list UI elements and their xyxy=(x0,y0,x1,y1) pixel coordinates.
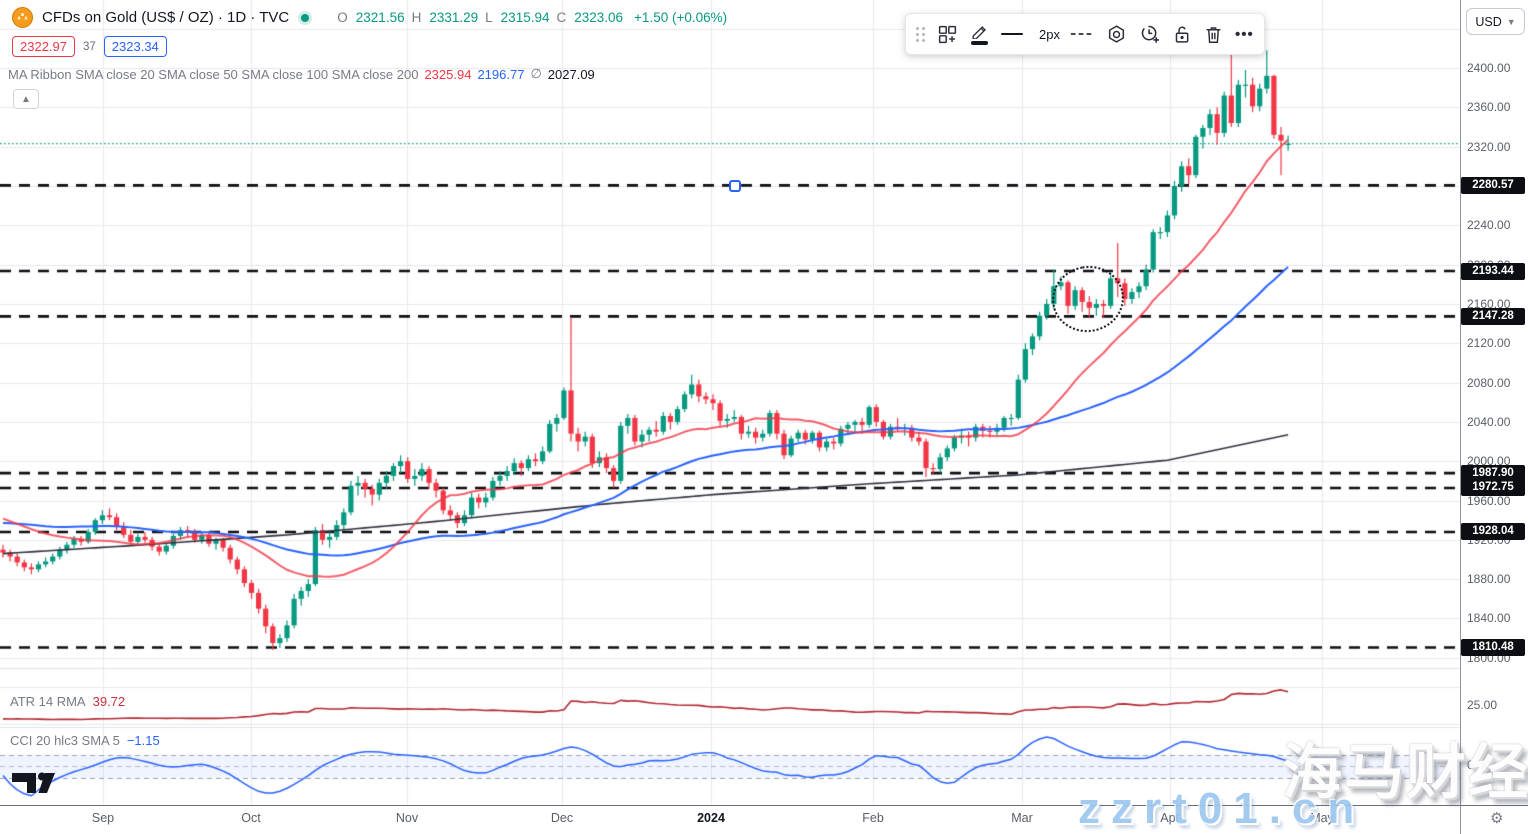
sma200-value: 2027.09 xyxy=(548,67,595,82)
time-tick-label: Sep xyxy=(92,811,114,825)
atr-label: ATR 14 RMA xyxy=(10,694,86,709)
sell-button[interactable]: 2322.97 xyxy=(12,36,75,57)
template-button[interactable] xyxy=(935,18,960,50)
drawing-toolbar: 2px ••• xyxy=(905,13,1265,55)
level-price-badge: 1928.04 xyxy=(1461,523,1525,540)
level-price-badge: 2280.57 xyxy=(1461,177,1525,194)
url-watermark: zzrt01.cn xyxy=(1078,784,1365,834)
alarm-clock-plus-icon xyxy=(1139,23,1161,45)
sma100-hidden-value: ∅ xyxy=(530,66,541,82)
spread-value: 37 xyxy=(83,41,96,53)
settings-button[interactable] xyxy=(1104,18,1129,50)
gold-instrument-icon xyxy=(12,7,33,28)
cci-value: −1.15 xyxy=(127,733,160,748)
price-tick-label: 1880.00 xyxy=(1467,572,1510,586)
sma20-value: 2325.94 xyxy=(424,67,471,82)
quote-panel: 2322.97 37 2323.34 xyxy=(12,36,167,57)
time-tick-label: Nov xyxy=(396,811,418,825)
line-width-icon xyxy=(1001,33,1023,35)
symbol-title[interactable]: CFDs on Gold (US$ / OZ) · 1D · TVC xyxy=(42,9,289,26)
tradingview-chart-window: CFDs on Gold (US$ / OZ) · 1D · TVC O2321… xyxy=(0,0,1528,834)
add-alert-button[interactable] xyxy=(1137,18,1163,50)
ellipsis-icon: ••• xyxy=(1235,26,1254,43)
price-tick-label: 2320.00 xyxy=(1467,140,1510,154)
line-style-button[interactable] xyxy=(1068,18,1096,50)
hexagon-settings-icon xyxy=(1106,24,1127,45)
cci-pane-legend[interactable]: CCI 20 hlc3 SMA 5 −1.15 xyxy=(10,733,160,748)
more-options-button[interactable]: ••• xyxy=(1233,18,1256,50)
level-price-badge: 2193.44 xyxy=(1461,263,1525,280)
layout-grid-plus-icon xyxy=(937,24,958,45)
trash-icon xyxy=(1204,24,1223,45)
pencil-icon xyxy=(970,23,989,39)
line-width-value[interactable]: 2px xyxy=(1039,27,1060,42)
ma-ribbon-label: MA Ribbon SMA close 20 SMA close 50 SMA … xyxy=(8,67,418,82)
price-tick-label: 1840.00 xyxy=(1467,611,1510,625)
chevron-down-icon: ▼ xyxy=(1507,17,1516,27)
currency-selector[interactable]: USD ▼ xyxy=(1466,8,1525,35)
gear-icon[interactable]: ⚙ xyxy=(1490,809,1503,827)
ma-ribbon-legend[interactable]: MA Ribbon SMA close 20 SMA close 50 SMA … xyxy=(8,66,595,82)
toolbar-drag-handle[interactable] xyxy=(914,18,927,50)
level-price-badge: 1972.75 xyxy=(1461,479,1525,496)
color-picker-button[interactable] xyxy=(968,18,991,50)
level-price-badge: 1810.48 xyxy=(1461,639,1525,656)
time-tick-label: Feb xyxy=(862,811,884,825)
price-axis[interactable]: 2400.002360.002320.002280.002240.002200.… xyxy=(1461,0,1528,805)
cci-label: CCI 20 hlc3 SMA 5 xyxy=(10,733,120,748)
price-tick-label: 2120.00 xyxy=(1467,336,1510,350)
price-tick-label: 2240.00 xyxy=(1467,218,1510,232)
time-tick-label: Dec xyxy=(551,811,573,825)
atr-axis-tick: 25.00 xyxy=(1467,698,1497,712)
price-tick-label: 2400.00 xyxy=(1467,61,1510,75)
level-price-badge: 2147.28 xyxy=(1461,308,1525,325)
delete-button[interactable] xyxy=(1202,18,1225,50)
tradingview-logo[interactable] xyxy=(12,767,58,794)
line-width-button[interactable] xyxy=(999,18,1025,50)
time-tick-label: 2024 xyxy=(697,811,725,825)
dashed-line-icon xyxy=(1070,27,1094,41)
market-status-icon[interactable] xyxy=(298,11,312,25)
price-tick-label: 2360.00 xyxy=(1467,100,1510,114)
level-line-selection-handle[interactable] xyxy=(729,180,741,192)
drag-dots-icon xyxy=(916,27,925,42)
time-tick-label: Oct xyxy=(241,811,260,825)
price-tick-label: 2040.00 xyxy=(1467,415,1510,429)
sma50-value: 2196.77 xyxy=(477,67,524,82)
price-tick-label: 2080.00 xyxy=(1467,376,1510,390)
lock-button[interactable] xyxy=(1171,18,1194,50)
unlock-icon xyxy=(1173,24,1192,45)
atr-value: 39.72 xyxy=(93,694,126,709)
atr-pane-legend[interactable]: ATR 14 RMA 39.72 xyxy=(10,694,125,709)
selected-color-bar xyxy=(971,41,988,45)
ohlc-values: O2321.56H2331.29L2315.94C2323.06+1.50 (+… xyxy=(337,10,727,25)
collapse-legend-button[interactable]: ▲ xyxy=(13,89,39,109)
currency-label: USD xyxy=(1475,15,1501,29)
chevron-up-icon: ▲ xyxy=(21,94,31,105)
price-chart-canvas[interactable] xyxy=(0,0,1528,834)
symbol-header: CFDs on Gold (US$ / OZ) · 1D · TVC O2321… xyxy=(12,7,727,28)
time-tick-label: Mar xyxy=(1011,811,1033,825)
buy-button[interactable]: 2323.34 xyxy=(104,36,167,57)
